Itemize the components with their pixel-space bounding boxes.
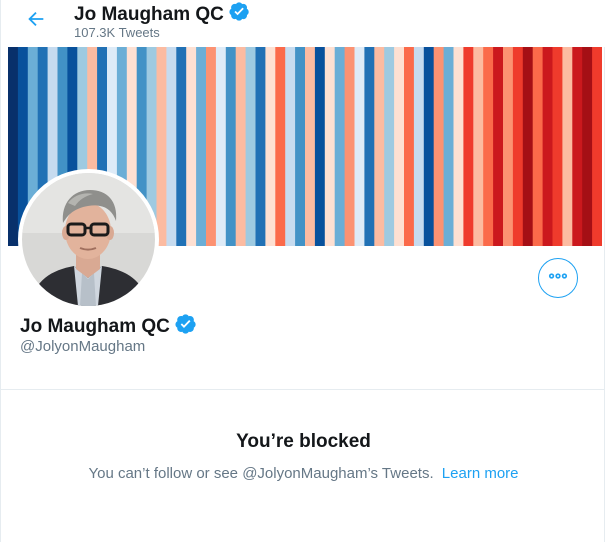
banner-stripe [423,47,435,246]
banner-stripe [542,47,554,246]
banner-stripe [473,47,484,246]
banner-stripe [334,47,346,246]
banner-stripe [255,47,266,246]
profile-handle: @JolyonMaugham [20,338,146,355]
banner-stripe [265,47,276,246]
banner-stripe [463,47,474,246]
profile-header: Jo Maugham QC 107.3K Tweets [1,0,605,47]
banner-stripe [483,47,494,246]
banner-stripe [394,47,405,246]
banner-stripe [166,47,177,246]
back-arrow-icon [25,8,47,35]
banner-stripe [354,47,365,246]
blocked-message-text: You can’t follow or see @JolyonMaugham’s… [88,465,434,482]
banner-stripe [493,47,504,246]
banner-stripe [572,47,583,246]
divider [1,389,605,390]
banner-stripe [503,47,514,246]
banner-stripe [295,47,306,246]
banner-stripe [384,47,395,246]
blocked-title: You’re blocked [236,431,371,452]
banner-stripe [206,47,217,246]
avatar[interactable] [18,169,159,310]
header-name: Jo Maugham QC [74,3,224,25]
verified-badge-icon [229,1,250,28]
blocked-message: You can’t follow or see @JolyonMaugham’s… [1,465,605,482]
more-options-button[interactable] [538,258,578,298]
banner-stripe [196,47,207,246]
header-title: Jo Maugham QC [74,1,250,28]
banner-stripe [374,47,385,246]
banner-stripe [156,47,167,246]
profile-page: Jo Maugham QC 107.3K Tweets Jo Maugham Q… [0,0,605,542]
banner-stripe [443,47,455,246]
banner-stripe [512,47,524,246]
back-button[interactable] [19,4,53,38]
banner-stripe [235,47,247,246]
banner-stripe [364,47,375,246]
banner-stripe [285,47,296,246]
display-name: Jo Maugham QC [20,316,170,337]
learn-more-link[interactable]: Learn more [442,465,519,482]
banner-stripe [176,47,187,246]
tweet-count: 107.3K Tweets [74,25,160,40]
banner-stripe [314,47,326,246]
banner-stripe [275,47,286,246]
verified-badge-icon [175,313,197,341]
banner-stripe [592,47,602,246]
banner-stripe [562,47,573,246]
banner-stripe [215,47,227,246]
banner-stripe [404,47,415,246]
banner-stripe [186,47,197,246]
banner-stripe [522,47,534,246]
avatar-photo [22,173,155,306]
more-options-icon [547,265,569,292]
banner-stripe [225,47,237,246]
banner-stripe [8,47,19,246]
banner-stripe [433,47,445,246]
banner-stripe [324,47,336,246]
banner-stripe [532,47,544,246]
banner-stripe [344,47,356,246]
banner-stripe [413,47,425,246]
banner-stripe [245,47,257,246]
banner-stripe [305,47,316,246]
banner-stripe [453,47,464,246]
banner-stripe [582,47,593,246]
profile-name: Jo Maugham QC [20,313,197,341]
banner-stripe [552,47,563,246]
